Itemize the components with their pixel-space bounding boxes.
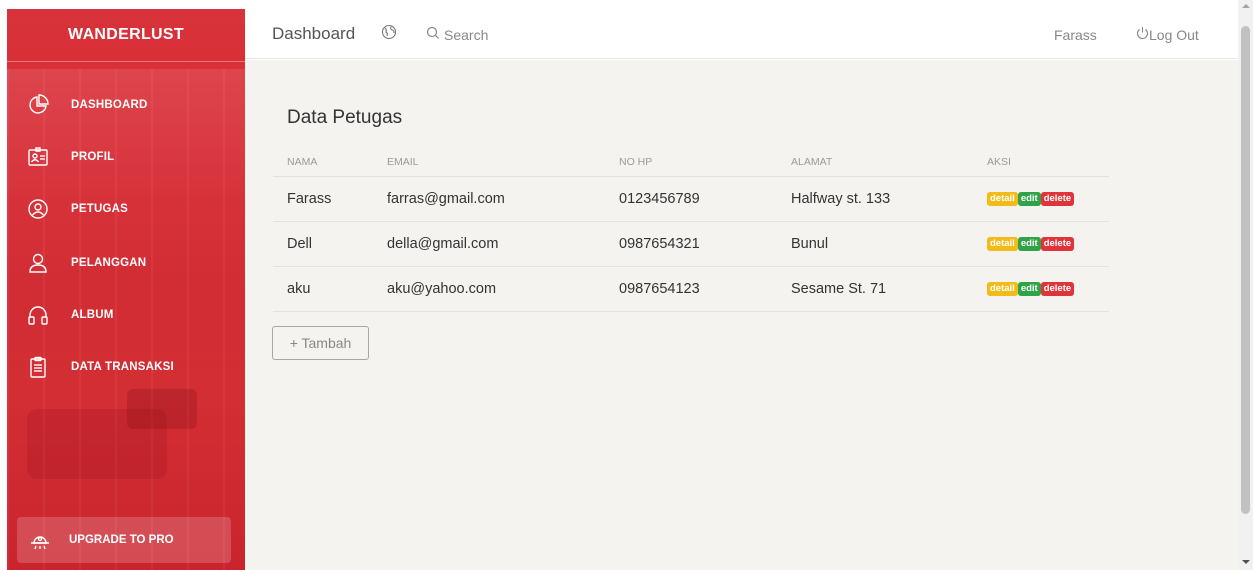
id-card-icon (27, 146, 49, 168)
cell-alamat: Sesame St. 71 (777, 266, 973, 312)
main-content: Data Petugas NAMA EMAIL NO HP ALAMAT AKS… (245, 60, 1238, 570)
sidebar-item-label: PROFIL (71, 151, 115, 163)
cell-no-hp: 0987654321 (605, 221, 777, 267)
brand-part-2: LUST (140, 26, 184, 43)
search-icon (426, 26, 440, 43)
cell-nama: Dell (273, 221, 373, 267)
edit-button[interactable]: edit (1017, 236, 1041, 251)
cell-no-hp: 0987654123 (605, 266, 777, 312)
sidebar-item-pelanggan[interactable]: PELANGGAN (7, 243, 245, 283)
detail-button[interactable]: detail (987, 191, 1018, 206)
user-circle-icon (27, 198, 49, 220)
cell-aksi: detail edit delete (973, 266, 1109, 312)
add-petugas-button[interactable]: + Tambah (272, 326, 369, 360)
upgrade-to-pro-button[interactable]: UPGRADE TO PRO (17, 517, 231, 563)
sidebar: WANDER LUST DASHBOARD PROFIL PETUGAS PEL… (7, 9, 245, 570)
table-row: Farass farras@gmail.com 0123456789 Halfw… (273, 176, 1109, 222)
logout-button[interactable]: Log Out (1136, 26, 1199, 43)
column-header-alamat: ALAMAT (777, 148, 973, 177)
sidebar-item-label: DATA TRANSAKSI (71, 361, 174, 373)
cell-email: della@gmail.com (373, 221, 605, 267)
cell-email: aku@yahoo.com (373, 266, 605, 312)
petugas-table: NAMA EMAIL NO HP ALAMAT AKSI Farass farr… (273, 148, 1109, 312)
edit-button[interactable]: edit (1017, 191, 1041, 206)
page-header-title[interactable]: Dashboard (272, 24, 355, 44)
globe-icon[interactable] (381, 24, 397, 45)
sidebar-item-label: PETUGAS (71, 203, 128, 215)
user-name[interactable]: Farass (1054, 27, 1097, 43)
cell-email: farras@gmail.com (373, 176, 605, 222)
delete-button[interactable]: delete (1040, 236, 1075, 251)
page-title: Data Petugas (287, 107, 403, 128)
table-row: Dell della@gmail.com 0987654321 Bunul de… (273, 221, 1109, 267)
cell-nama: aku (273, 266, 373, 312)
delete-button[interactable]: delete (1040, 191, 1075, 206)
sidebar-item-profil[interactable]: PROFIL (7, 137, 245, 177)
sidebar-item-data-transaksi[interactable]: DATA TRANSAKSI (7, 347, 245, 387)
scroll-down-arrow-icon[interactable] (1242, 560, 1250, 564)
sidebar-item-label: ALBUM (71, 309, 114, 321)
scrollbar-thumb[interactable] (1241, 26, 1250, 514)
sidebar-background-shape (127, 389, 197, 429)
headphones-icon (27, 304, 49, 326)
column-header-nama: NAMA (273, 148, 373, 177)
search-link[interactable]: Search (426, 26, 488, 43)
logout-label: Log Out (1149, 26, 1199, 43)
cell-aksi: detail edit delete (973, 176, 1109, 222)
cell-no-hp: 0123456789 (605, 176, 777, 222)
column-header-no-hp: NO HP (605, 148, 777, 177)
cell-nama: Farass (273, 176, 373, 222)
sidebar-item-label: DASHBOARD (71, 99, 148, 111)
cell-alamat: Bunul (777, 221, 973, 267)
detail-button[interactable]: detail (987, 236, 1018, 251)
search-label: Search (444, 26, 489, 43)
edit-button[interactable]: edit (1017, 281, 1041, 296)
spaceship-icon (29, 529, 51, 551)
detail-button[interactable]: detail (987, 281, 1018, 296)
sidebar-item-label: PELANGGAN (71, 257, 147, 269)
page-scrollbar[interactable] (1238, 0, 1253, 570)
sidebar-item-album[interactable]: ALBUM (7, 295, 245, 335)
clipboard-icon (27, 356, 49, 378)
sidebar-item-petugas[interactable]: PETUGAS (7, 189, 245, 229)
user-icon (27, 252, 49, 274)
table-header-row: NAMA EMAIL NO HP ALAMAT AKSI (273, 148, 1109, 177)
table-row: aku aku@yahoo.com 0987654123 Sesame St. … (273, 266, 1109, 312)
brand-part-1: WANDER (68, 26, 141, 43)
cell-aksi: detail edit delete (973, 221, 1109, 267)
power-icon (1136, 26, 1149, 43)
top-navbar: Dashboard Search Farass Log Out (245, 9, 1238, 59)
sidebar-item-dashboard[interactable]: DASHBOARD (7, 85, 245, 125)
cell-alamat: Halfway st. 133 (777, 176, 973, 222)
column-header-aksi: AKSI (973, 148, 1109, 177)
pie-chart-icon (27, 94, 49, 116)
column-header-email: EMAIL (373, 148, 605, 177)
scroll-up-arrow-icon[interactable] (1242, 4, 1250, 8)
brand-logo[interactable]: WANDER LUST (7, 9, 245, 62)
upgrade-label: UPGRADE TO PRO (69, 534, 174, 546)
delete-button[interactable]: delete (1040, 281, 1075, 296)
